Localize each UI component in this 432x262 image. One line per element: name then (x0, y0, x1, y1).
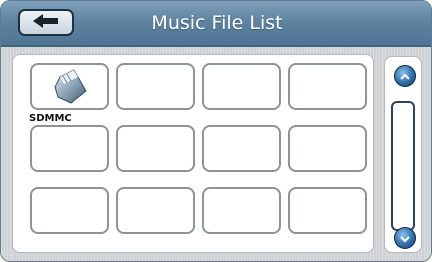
content-area: SDMMC (1, 47, 431, 261)
grid-cell[interactable] (116, 125, 195, 172)
grid-cell[interactable] (288, 125, 367, 172)
grid-cell[interactable] (202, 187, 281, 234)
back-button[interactable] (18, 9, 74, 36)
grid-cell[interactable] (288, 63, 367, 110)
chevron-up-icon (399, 67, 411, 86)
grid-cell[interactable] (288, 187, 367, 234)
sd-card-icon (52, 67, 92, 111)
page-title: Music File List (151, 12, 283, 34)
scroll-up-button[interactable] (394, 65, 416, 87)
chevron-down-icon (399, 229, 411, 248)
file-grid (12, 54, 374, 253)
grid-cell[interactable] (116, 63, 195, 110)
grid-cell[interactable] (30, 125, 109, 172)
scrollbar-panel (384, 56, 422, 253)
grid-cell[interactable] (202, 125, 281, 172)
scroll-track[interactable] (391, 101, 415, 231)
grid-cell-sdmmc[interactable] (30, 63, 109, 110)
scroll-down-button[interactable] (394, 227, 416, 249)
title-bar: Music File List (1, 1, 431, 47)
grid-cell[interactable] (30, 187, 109, 234)
grid-cell[interactable] (202, 63, 281, 110)
sdmmc-label: SDMMC (29, 113, 72, 124)
music-file-list-window: Music File List SDMMC (0, 0, 432, 262)
left-arrow-icon (31, 13, 61, 33)
grid-cell[interactable] (116, 187, 195, 234)
